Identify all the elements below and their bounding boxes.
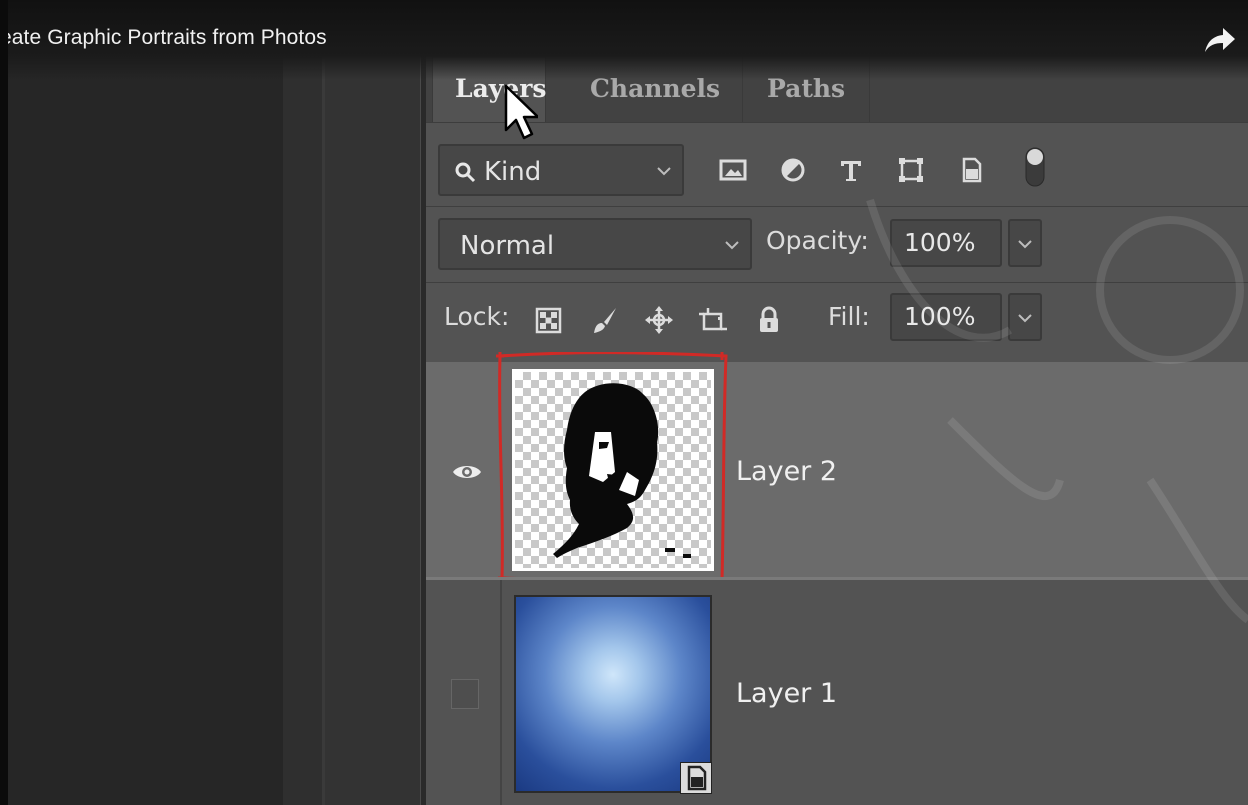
canvas-area bbox=[8, 0, 283, 805]
opacity-label: Opacity: bbox=[766, 226, 869, 255]
filter-kind-value: Kind bbox=[484, 157, 542, 187]
chevron-down-icon bbox=[657, 167, 671, 176]
eye-visibility-icon[interactable] bbox=[452, 461, 482, 483]
blend-mode-dropdown[interactable]: Normal bbox=[438, 218, 752, 270]
layer-1-name[interactable]: Layer 1 bbox=[736, 678, 837, 709]
row-divider bbox=[426, 206, 1248, 207]
layers-panel: Layers Channels Paths Kind Normal Opacit… bbox=[426, 0, 1248, 805]
opacity-input[interactable]: 100% bbox=[890, 219, 1002, 267]
fill-input[interactable]: 100% bbox=[890, 293, 1002, 341]
visibility-column-divider bbox=[500, 580, 502, 805]
chevron-down-icon bbox=[1018, 314, 1032, 323]
lock-transparent-pixels-icon[interactable] bbox=[534, 305, 564, 335]
lock-position-icon[interactable] bbox=[644, 305, 674, 335]
fill-dropdown-button[interactable] bbox=[1008, 293, 1042, 341]
search-icon bbox=[455, 162, 476, 183]
pixel-layer-filter-icon[interactable] bbox=[718, 156, 748, 184]
highlight-annotation-outline bbox=[496, 352, 728, 582]
blend-mode-value: Normal bbox=[460, 231, 555, 261]
video-title-bar: eate Graphic Portraits from Photos bbox=[0, 0, 1248, 80]
chevron-down-icon bbox=[1018, 240, 1032, 249]
type-layer-filter-icon[interactable] bbox=[836, 156, 866, 184]
fill-label: Fill: bbox=[828, 302, 870, 331]
adjustment-layer-filter-icon[interactable] bbox=[778, 156, 808, 184]
opacity-dropdown-button[interactable] bbox=[1008, 219, 1042, 267]
filter-kind-dropdown[interactable]: Kind bbox=[438, 144, 684, 196]
lock-image-pixels-icon[interactable] bbox=[590, 305, 620, 335]
mouse-cursor-icon bbox=[504, 84, 538, 140]
panel-dock-column bbox=[325, 0, 420, 805]
layer-2-name[interactable]: Layer 2 bbox=[736, 456, 837, 487]
kind-label-group: Kind bbox=[454, 146, 541, 198]
lock-all-icon[interactable] bbox=[754, 305, 784, 335]
share-arrow-icon[interactable] bbox=[1204, 26, 1236, 54]
visibility-toggle-off[interactable] bbox=[451, 679, 479, 709]
filter-toggle-icon[interactable] bbox=[1022, 146, 1048, 188]
chevron-down-icon bbox=[725, 241, 739, 250]
smart-object-filter-icon[interactable] bbox=[956, 156, 986, 184]
row-divider bbox=[426, 282, 1248, 283]
lock-label: Lock: bbox=[444, 302, 510, 331]
video-edge bbox=[0, 0, 8, 805]
lock-artboard-icon[interactable] bbox=[698, 305, 728, 335]
smart-object-badge-icon bbox=[680, 762, 712, 794]
shape-layer-filter-icon[interactable] bbox=[896, 156, 926, 184]
video-title[interactable]: eate Graphic Portraits from Photos bbox=[0, 26, 327, 50]
panel-dock-strip bbox=[283, 0, 323, 805]
